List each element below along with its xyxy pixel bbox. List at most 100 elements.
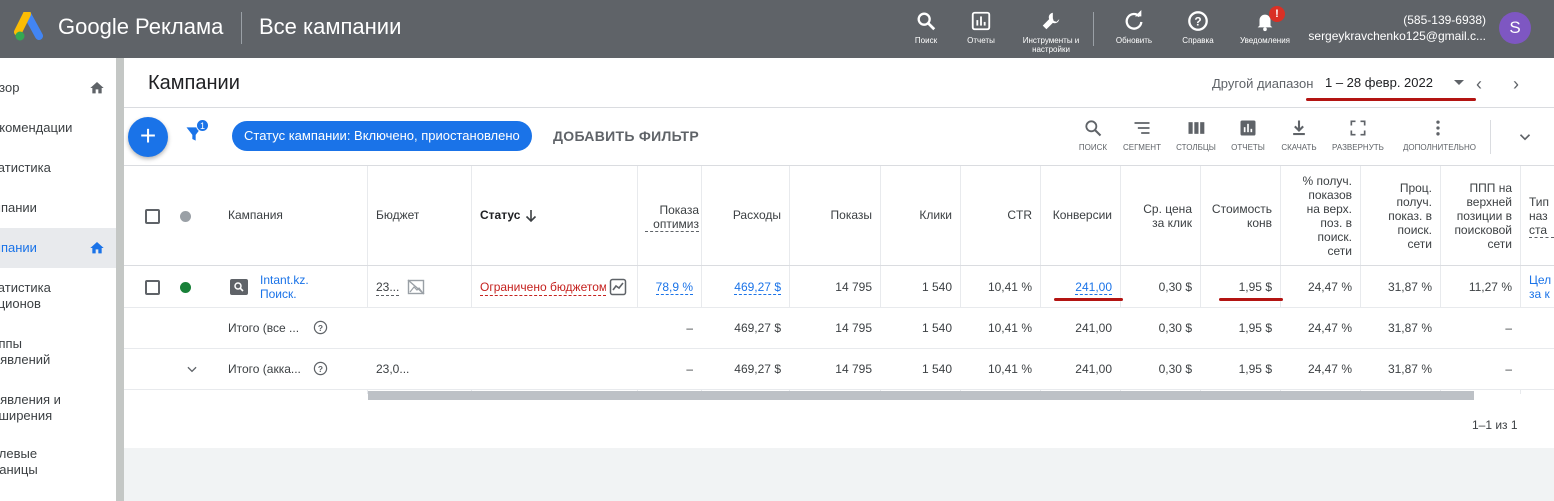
sidebar-item-campaigns-group[interactable]: мпании [0,188,116,228]
campaign-name-link[interactable]: Intant.kz. Поиск. [260,273,309,301]
header-clicks[interactable]: Клики [888,208,952,224]
sidebar-item-auction-insights[interactable]: татистика кционов [0,276,116,320]
header-ctr[interactable]: CTR [968,208,1032,224]
optimization-score-value[interactable]: 78,9 % [655,280,693,295]
trend-chart-icon[interactable] [609,278,627,296]
annotation-underline [1054,298,1123,301]
sidebar-item-landing-pages[interactable]: елевые раницы [0,442,116,486]
help-icon[interactable]: ? [313,361,328,376]
table-total-row: Итого (акка... ? 23,0... – 469,27 $ 14 7… [124,349,1554,390]
total-label: Итого (акка... [228,362,301,376]
arrow-down-icon[interactable] [525,209,537,223]
topbar-search-button[interactable]: Поиск [896,8,956,56]
account-email: sergeykravchenko125@gmail.c... [1308,29,1486,43]
google-ads-logo-icon[interactable] [14,12,48,42]
help-icon[interactable]: ? [313,320,328,335]
sidebar-item-campaigns[interactable]: мпании [0,228,116,268]
select-all-checkbox[interactable] [145,209,160,224]
status-filter-chip[interactable]: Статус кампании: Включено, приостановлен… [232,121,532,151]
total-label: Итого (все ... [228,321,300,335]
header-avg-cpc-line: Ср. цена [1143,202,1192,216]
status-dot-header [180,211,191,222]
status-value[interactable]: Ограничено бюджетом [480,280,606,296]
header-type[interactable]: Тип наз ста [1529,195,1554,238]
header-budget[interactable]: Бюджет [376,208,419,224]
brand-name[interactable]: Google Реклама [58,14,223,40]
cost-value[interactable]: 469,27 $ [709,280,781,296]
total-ctr: 10,41 % [987,321,1032,335]
sidebar-item-overview[interactable]: бзор [0,68,116,108]
sidebar-item-ad-groups[interactable]: уппы ъявлений [0,332,116,376]
header-impr-share-line: поиск. [1397,223,1432,237]
header-top-impr-share[interactable]: % получ. показов на верх. поз. в поиск. … [1288,174,1353,258]
impr-share-value: 31,87 % [1387,280,1432,294]
sidebar-item-recommendations[interactable]: екомендации [0,108,116,148]
total-cost-per-conv: 1,95 $ [1238,362,1272,376]
table-row[interactable]: Intant.kz. Поиск. 23... Ограничено бюдже… [124,266,1554,308]
tool-reports[interactable]: ОТЧЕТЫ [1220,116,1276,152]
sidebar-item-statistics[interactable]: татистика [0,148,116,188]
bid-strategy-link[interactable]: Цел за к [1529,273,1554,301]
sidebar-item-label: татистика [0,160,51,175]
topbar-search-label: Поиск [914,36,938,45]
header-top-impr-share-line: показов [1308,188,1352,202]
chevron-down-icon[interactable] [1516,128,1534,146]
conversions-value-text[interactable]: 241,00 [1075,280,1112,295]
horizontal-scrollbar[interactable] [368,391,1474,400]
header-avg-cpc[interactable]: Ср. цена за клик [1128,202,1192,230]
sidebar-resize-handle[interactable] [116,58,124,501]
header-top-ppp-line: поисковой [1454,223,1512,237]
home-icon [90,242,104,254]
account-info[interactable]: (585-139-6938) sergeykravchenko125@gmail… [1308,12,1486,44]
header-optimization-line: Показа [659,203,699,217]
tool-more[interactable]: ДОПОЛНИТЕЛЬНО [1403,116,1477,152]
header-type-line: Тип [1529,195,1550,209]
topbar-tools-button[interactable]: Инструменты и настройки [1021,8,1081,64]
date-range-picker[interactable]: 1 – 28 февр. 2022 [1325,75,1433,90]
chevron-left-icon[interactable]: ‹ [1476,74,1482,95]
add-filter-button[interactable]: ДОБАВИТЬ ФИЛЬТР [553,128,699,144]
campaigns-panel: Кампании Другой диапазон 1 – 28 февр. 20… [124,58,1554,448]
row-checkbox[interactable] [145,280,160,295]
tool-expand[interactable]: РАЗВЕРНУТЬ [1330,116,1386,152]
total-conversions: 241,00 [1075,362,1112,376]
header-impr-share[interactable]: Проц. получ. показ. в поиск. сети [1368,181,1432,251]
topbar-refresh-button[interactable]: Обновить [1104,8,1164,56]
tool-columns[interactable]: СТОЛБЦЫ [1168,116,1224,152]
header-cost-per-conv[interactable]: Стоимость конв [1202,202,1272,230]
header-cost[interactable]: Расходы [709,208,781,224]
topbar-notifications-button[interactable]: Уведомления ! [1235,6,1295,56]
header-impressions[interactable]: Показы [797,208,872,224]
header-status[interactable]: Статус [480,208,520,224]
sidebar-item-label: мпании [0,200,37,215]
total-cost: 469,27 $ [734,321,781,335]
tool-search[interactable]: ПОИСК [1065,116,1121,152]
sidebar-item-ads-extensions[interactable]: ъявления и сширения [0,388,116,432]
header-conversions[interactable]: Конверсии [1048,208,1112,224]
header-impr-share-line: сети [1407,237,1432,251]
status-enabled-dot[interactable] [180,282,191,293]
chevron-down-icon[interactable] [185,362,199,376]
avatar[interactable]: S [1499,12,1531,44]
sidebar-item-label: бзор [0,80,20,95]
header-campaign[interactable]: Кампания [228,208,283,224]
chevron-down-icon[interactable] [1454,80,1464,85]
header-top-ppp[interactable]: ППП на верхней позиции в поисковой сети [1442,181,1512,251]
image-off-icon[interactable] [407,279,425,295]
topbar-reports-button[interactable]: Отчеты [951,8,1011,56]
search-icon [917,12,936,31]
cost-value-text[interactable]: 469,27 $ [734,280,781,295]
chevron-right-icon[interactable]: › [1513,74,1519,95]
total-ctr: 10,41 % [987,362,1032,376]
add-campaign-button[interactable]: + [128,117,168,157]
conversions-value[interactable]: 241,00 [1048,280,1112,296]
tool-download[interactable]: СКАЧАТЬ [1271,116,1327,152]
tool-segment[interactable]: СЕГМЕНТ [1114,116,1170,152]
optimization-score[interactable]: 78,9 % [645,280,693,296]
budget-value[interactable]: 23... [376,280,400,296]
tool-more-label: ДОПОЛНИТЕЛЬНО [1403,143,1477,152]
header-optimization[interactable]: Показа оптимиз [645,203,699,232]
notification-badge: ! [1269,6,1285,22]
total-cost-per-conv: 1,95 $ [1238,321,1272,335]
topbar-help-button[interactable]: ? Справка [1168,8,1228,56]
